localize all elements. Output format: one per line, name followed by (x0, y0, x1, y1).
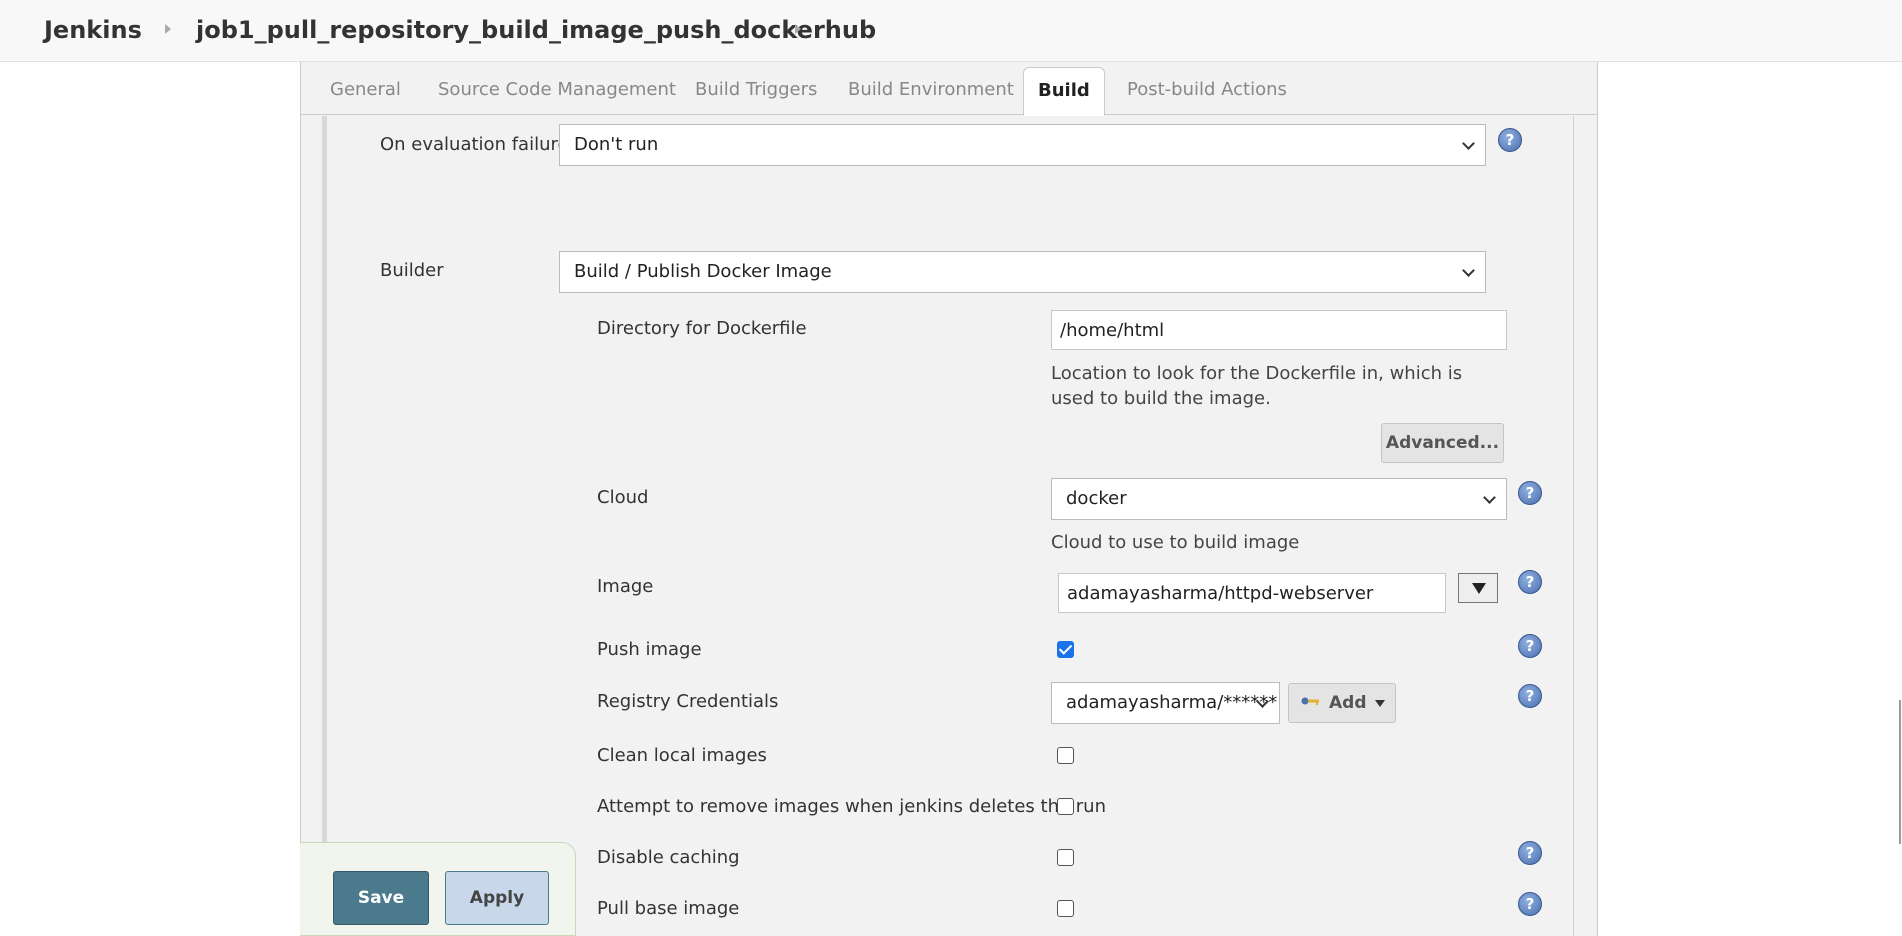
push-image-checkbox[interactable] (1057, 641, 1074, 658)
add-credentials-button[interactable]: Add (1288, 683, 1396, 723)
pull-base-image-label: Pull base image (597, 898, 740, 919)
remove-images-checkbox[interactable] (1057, 798, 1074, 815)
remove-images-label: Attempt to remove images when jenkins de… (597, 796, 1106, 817)
tab-build[interactable]: Build (1023, 67, 1105, 116)
image-dropdown-button[interactable] (1458, 573, 1498, 603)
chevron-down-icon (1462, 137, 1475, 150)
disable-caching-checkbox[interactable] (1057, 849, 1074, 866)
clean-local-images-checkbox[interactable] (1057, 747, 1074, 764)
tab-source-code-management[interactable]: Source Code Management (438, 79, 676, 100)
breadcrumb-job-link[interactable]: job1_pull_repository_build_image_push_do… (196, 16, 876, 44)
dockerfile-dir-label: Directory for Dockerfile (597, 318, 807, 339)
chevron-down-icon (1483, 491, 1496, 504)
help-icon[interactable]: ? (1518, 481, 1542, 505)
breadcrumb-bar: Jenkins job1_pull_repository_build_image… (0, 0, 1902, 62)
breadcrumb-separator-icon[interactable] (165, 24, 171, 34)
save-button[interactable]: Save (333, 871, 429, 925)
cloud-select[interactable]: docker (1051, 478, 1507, 520)
tab-post-build-actions[interactable]: Post-build Actions (1127, 79, 1287, 100)
apply-button[interactable]: Apply (445, 871, 549, 925)
on-eval-failure-value: Don't run (574, 134, 659, 155)
add-credentials-label: Add (1329, 693, 1367, 713)
breadcrumb-separator-icon[interactable] (795, 24, 801, 34)
registry-credentials-value: adamayasharma/****** (1066, 692, 1278, 713)
tab-build-environment[interactable]: Build Environment (848, 79, 1014, 100)
section-indent-bar (322, 116, 327, 936)
on-eval-failure-label: On evaluation failure (380, 134, 569, 155)
help-icon[interactable]: ? (1518, 570, 1542, 594)
advanced-button[interactable]: Advanced... (1381, 423, 1504, 463)
help-icon[interactable]: ? (1518, 841, 1542, 865)
breadcrumb-jenkins-link[interactable]: Jenkins (44, 16, 142, 44)
help-icon[interactable]: ? (1518, 892, 1542, 916)
pull-base-image-checkbox[interactable] (1057, 900, 1074, 917)
clean-local-images-label: Clean local images (597, 745, 767, 766)
cloud-label: Cloud (597, 487, 649, 508)
image-label: Image (597, 576, 654, 597)
caret-down-icon (1375, 700, 1385, 707)
builder-label: Builder (380, 260, 444, 281)
dockerfile-dir-input[interactable] (1051, 310, 1507, 350)
tab-build-triggers[interactable]: Build Triggers (695, 79, 817, 100)
registry-credentials-label: Registry Credentials (597, 691, 779, 712)
config-tabs: General Source Code Management Build Tri… (301, 62, 1597, 116)
help-icon[interactable]: ? (1518, 634, 1542, 658)
triangle-down-icon (1472, 583, 1486, 594)
registry-credentials-select[interactable]: adamayasharma/****** (1051, 682, 1280, 724)
chevron-down-icon (1462, 264, 1475, 277)
scrollbar[interactable] (1899, 700, 1901, 844)
tab-general[interactable]: General (330, 79, 401, 100)
push-image-label: Push image (597, 639, 702, 660)
key-icon (1301, 697, 1319, 705)
help-icon[interactable]: ? (1498, 128, 1522, 152)
builder-value: Build / Publish Docker Image (574, 261, 832, 282)
dockerfile-dir-description: Location to look for the Dockerfile in, … (1051, 363, 1463, 409)
disable-caching-label: Disable caching (597, 847, 740, 868)
help-icon[interactable]: ? (1518, 684, 1542, 708)
image-input[interactable] (1058, 573, 1446, 613)
builder-select[interactable]: Build / Publish Docker Image (559, 251, 1486, 293)
on-eval-failure-select[interactable]: Don't run (559, 124, 1486, 166)
cloud-value: docker (1066, 488, 1127, 509)
section-border (1573, 116, 1574, 936)
cloud-description: Cloud to use to build image (1051, 532, 1300, 553)
